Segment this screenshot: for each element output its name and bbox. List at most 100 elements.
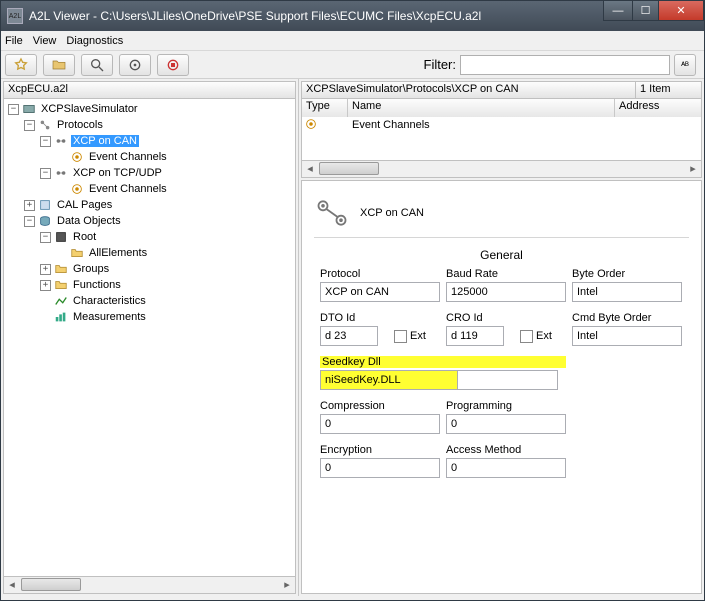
expand-toggle[interactable]: +: [24, 200, 35, 211]
list-hscrollbar[interactable]: ◂▸: [301, 161, 702, 178]
tree-node[interactable]: Event Channels: [87, 151, 169, 163]
open-button[interactable]: [43, 54, 75, 76]
input-cro[interactable]: [446, 326, 504, 346]
expand-toggle[interactable]: −: [40, 168, 51, 179]
list-row[interactable]: Event Channels: [302, 117, 701, 133]
list-header: Type Name Address: [301, 99, 702, 117]
tree-node[interactable]: XCPSlaveSimulator: [39, 103, 140, 115]
input-byteorder[interactable]: [572, 282, 682, 302]
tree-view[interactable]: −XCPSlaveSimulator −Protocols −XCP on CA…: [3, 99, 296, 577]
minimize-button[interactable]: —: [603, 1, 633, 21]
input-seedkey[interactable]: [320, 370, 458, 390]
col-name[interactable]: Name: [348, 99, 615, 117]
tree-node-selected[interactable]: XCP on CAN: [71, 135, 139, 147]
protocol-icon: [53, 133, 69, 149]
events-icon: [69, 181, 85, 197]
list-cell-name: Event Channels: [348, 119, 615, 131]
filter-input[interactable]: [460, 55, 670, 75]
checkbox-dto-ext[interactable]: [394, 330, 407, 343]
input-encryption[interactable]: [320, 458, 440, 478]
calpages-icon: [37, 197, 53, 213]
app-icon: A2L: [7, 8, 23, 24]
folder-icon: [69, 245, 85, 261]
label-seedkey: Seedkey Dll: [320, 356, 566, 368]
tree-node[interactable]: AllElements: [87, 247, 149, 259]
input-cmdbyte[interactable]: [572, 326, 682, 346]
folder-icon: [53, 261, 69, 277]
label-encryption: Encryption: [320, 444, 440, 456]
toolbar: Filter: ᴬᴮ: [1, 51, 704, 79]
tree-node[interactable]: Measurements: [71, 311, 148, 323]
label-dto: DTO Id: [320, 312, 440, 324]
label-cmdbyte: Cmd Byte Order: [572, 312, 682, 324]
menu-file[interactable]: File: [5, 35, 23, 47]
tree-node[interactable]: Event Channels: [87, 183, 169, 195]
ecu-icon: [21, 101, 37, 117]
expand-toggle[interactable]: −: [8, 104, 19, 115]
col-type[interactable]: Type: [302, 99, 348, 117]
tree-node[interactable]: Characteristics: [71, 295, 148, 307]
expand-toggle[interactable]: +: [40, 264, 51, 275]
label-byteorder: Byte Order: [572, 268, 682, 280]
label-protocol: Protocol: [320, 268, 440, 280]
expand-toggle[interactable]: −: [40, 136, 51, 147]
input-baud[interactable]: [446, 282, 566, 302]
maximize-button[interactable]: ☐: [632, 1, 659, 21]
dataobjects-icon: [37, 213, 53, 229]
tree-node[interactable]: Protocols: [55, 119, 105, 131]
protocol-large-icon: [314, 195, 350, 231]
detail-view: XCP on CAN General Protocol Baud Rate By…: [301, 180, 702, 594]
label-compression: Compression: [320, 400, 440, 412]
expand-toggle[interactable]: −: [40, 232, 51, 243]
protocol-icon: [53, 165, 69, 181]
tree-node[interactable]: Root: [71, 231, 98, 243]
checkbox-cro-ext[interactable]: [520, 330, 533, 343]
label-dto-ext: Ext: [410, 330, 426, 342]
favorite-button[interactable]: [5, 54, 37, 76]
search-button[interactable]: [81, 54, 113, 76]
label-programming: Programming: [446, 400, 566, 412]
close-button[interactable]: ✕: [658, 1, 704, 21]
menubar: File View Diagnostics: [1, 31, 704, 51]
tree-node[interactable]: Groups: [71, 263, 111, 275]
item-count: 1 Item: [636, 81, 702, 99]
root-icon: [53, 229, 69, 245]
settings-button[interactable]: [119, 54, 151, 76]
filter-label: Filter:: [424, 57, 457, 72]
input-protocol[interactable]: [320, 282, 440, 302]
menu-view[interactable]: View: [33, 35, 57, 47]
characteristics-icon: [53, 293, 69, 309]
menu-diagnostics[interactable]: Diagnostics: [66, 35, 123, 47]
stop-button[interactable]: [157, 54, 189, 76]
breadcrumb: XCPSlaveSimulator\Protocols\XCP on CAN: [301, 81, 636, 99]
titlebar[interactable]: A2L A2L Viewer - C:\Users\JLiles\OneDriv…: [1, 1, 704, 31]
tree-node[interactable]: Data Objects: [55, 215, 123, 227]
col-address[interactable]: Address: [615, 99, 701, 117]
label-access: Access Method: [446, 444, 566, 456]
label-cro-ext: Ext: [536, 330, 552, 342]
events-icon: [69, 149, 85, 165]
tree-node[interactable]: CAL Pages: [55, 199, 114, 211]
content-area: XcpECU.a2l −XCPSlaveSimulator −Protocols…: [1, 79, 704, 596]
events-icon: [304, 117, 318, 134]
statusbar: [1, 596, 704, 600]
label-cro: CRO Id: [446, 312, 566, 324]
tree-hscrollbar[interactable]: ◂▸: [3, 577, 296, 594]
expand-toggle[interactable]: −: [24, 216, 35, 227]
expand-toggle[interactable]: −: [24, 120, 35, 131]
input-dto[interactable]: [320, 326, 378, 346]
input-access[interactable]: [446, 458, 566, 478]
label-baud: Baud Rate: [446, 268, 566, 280]
tree-node[interactable]: Functions: [71, 279, 123, 291]
expand-toggle[interactable]: +: [40, 280, 51, 291]
window-title: A2L Viewer - C:\Users\JLiles\OneDrive\PS…: [29, 9, 603, 23]
filter-settings-button[interactable]: ᴬᴮ: [674, 54, 696, 76]
input-compression[interactable]: [320, 414, 440, 434]
input-seedkey-extra[interactable]: [458, 370, 558, 390]
list-body[interactable]: Event Channels: [301, 117, 702, 161]
measurements-icon: [53, 309, 69, 325]
tree-node[interactable]: XCP on TCP/UDP: [71, 167, 164, 179]
input-programming[interactable]: [446, 414, 566, 434]
folder-icon: [53, 277, 69, 293]
protocols-icon: [37, 117, 53, 133]
